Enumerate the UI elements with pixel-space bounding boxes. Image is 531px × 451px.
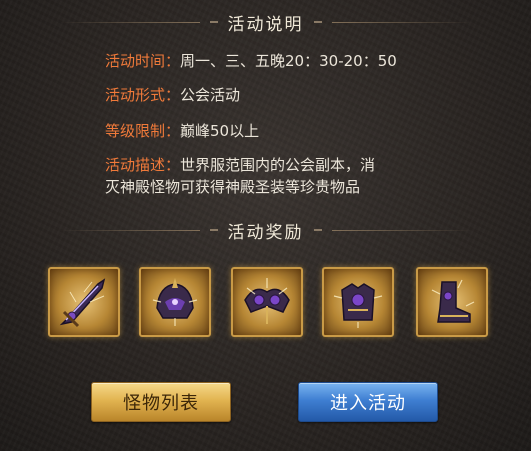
chest-armor-icon bbox=[333, 283, 383, 328]
activity-form-row: 活动形式：公会活动 bbox=[105, 84, 240, 106]
divider-left bbox=[59, 21, 200, 23]
activity-form-value: 公会活动 bbox=[180, 86, 241, 104]
reward-slot-shoulder-armor[interactable] bbox=[231, 267, 303, 337]
sword-icon bbox=[59, 278, 106, 328]
activity-info-title: 活动说明 bbox=[227, 14, 304, 35]
boots-icon bbox=[431, 279, 475, 323]
level-limit-label: 等级限制： bbox=[105, 122, 181, 140]
activity-desc-label: 活动描述： bbox=[105, 156, 181, 174]
activity-form-label: 活动形式： bbox=[105, 86, 181, 104]
reward-slot-helmet[interactable] bbox=[139, 267, 211, 337]
divider-right bbox=[331, 21, 472, 23]
divider-right bbox=[331, 229, 472, 231]
reward-slot-sword[interactable] bbox=[48, 267, 120, 337]
helmet-icon bbox=[152, 278, 198, 326]
activity-time-row: 活动时间：周一、三、五晚20：30-20：50 bbox=[105, 50, 397, 72]
rewards-title: 活动奖励 bbox=[227, 222, 304, 243]
activity-desc-line1: 世界服范围内的公会副本，消 bbox=[180, 156, 376, 174]
activity-time-value: 周一、三、五晚20：30-20：50 bbox=[180, 52, 397, 70]
monster-list-button[interactable]: 怪物列表 bbox=[91, 382, 231, 422]
rewards-header: 活动奖励 bbox=[0, 218, 531, 243]
activity-desc-row: 活动描述：世界服范围内的公会副本，消 bbox=[105, 154, 375, 176]
level-limit-value: 巅峰50以上 bbox=[180, 122, 260, 140]
activity-desc-line2: 灭神殿怪物可获得神殿圣装等珍贵物品 bbox=[105, 178, 361, 196]
activity-time-label: 活动时间： bbox=[105, 52, 181, 70]
reward-slot-chest-armor[interactable] bbox=[322, 267, 394, 337]
activity-info-header: 活动说明 bbox=[0, 10, 531, 35]
divider-left bbox=[59, 229, 200, 231]
level-limit-row: 等级限制：巅峰50以上 bbox=[105, 120, 259, 142]
reward-slot-boots[interactable] bbox=[416, 267, 488, 337]
enter-activity-button[interactable]: 进入活动 bbox=[298, 382, 438, 422]
shoulder-armor-icon bbox=[244, 278, 290, 324]
